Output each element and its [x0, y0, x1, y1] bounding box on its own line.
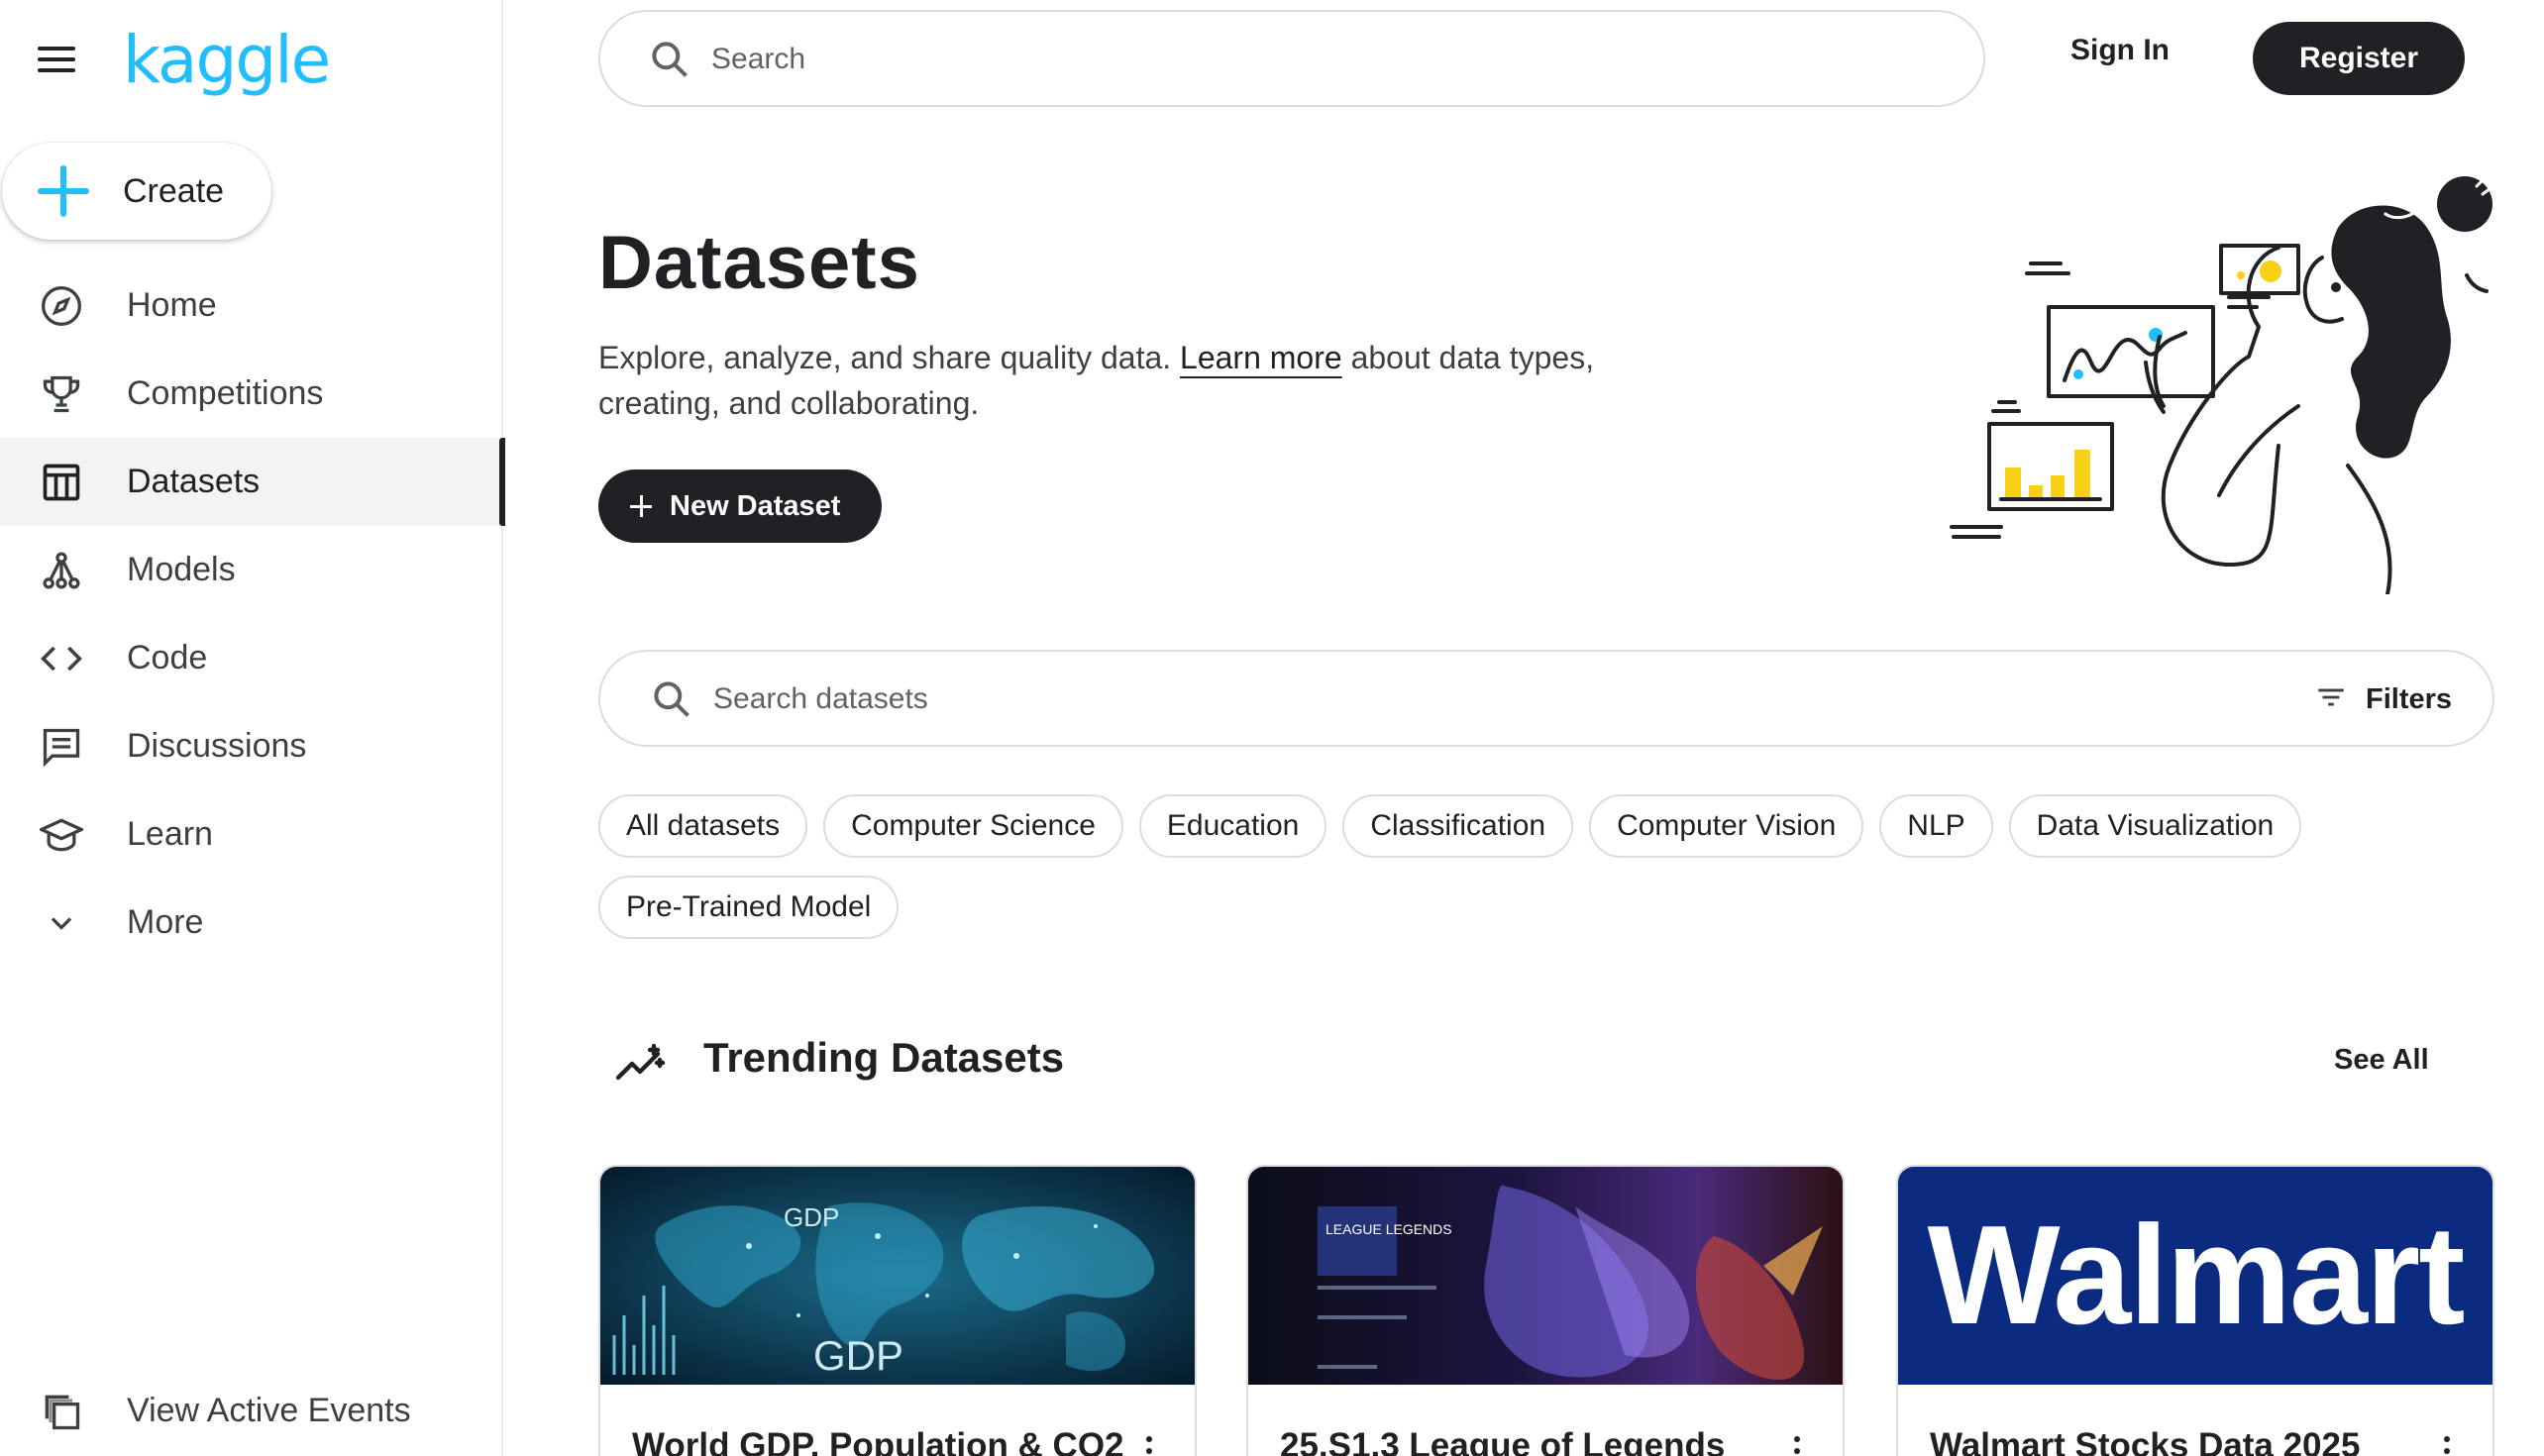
dataset-thumbnail: Walmart: [1898, 1167, 2492, 1385]
sidebar-item-label: More: [127, 903, 204, 941]
dataset-card[interactable]: LEAGUE LEGENDS 25.S1.3 League of Legends: [1246, 1165, 1845, 1456]
kaggle-logo[interactable]: kaggle: [123, 22, 331, 98]
filter-list-icon: [2314, 680, 2348, 719]
filters-button[interactable]: Filters: [2314, 674, 2452, 725]
copy-icon: [38, 1388, 85, 1435]
register-button[interactable]: Register: [2253, 22, 2465, 95]
sidebar-item-label: Learn: [127, 815, 213, 853]
more-options-icon[interactable]: [1793, 1436, 1801, 1456]
sidebar-item-datasets[interactable]: Datasets: [0, 438, 505, 526]
dataset-search-bar[interactable]: Filters: [598, 650, 2494, 747]
chip-education[interactable]: Education: [1138, 794, 1327, 858]
walmart-logo-text: Walmart: [1927, 1196, 2466, 1354]
chip-data-visualization[interactable]: Data Visualization: [2008, 794, 2302, 858]
chip-nlp[interactable]: NLP: [1879, 794, 1993, 858]
view-active-events-link[interactable]: View Active Events: [0, 1367, 503, 1455]
chip-all-datasets[interactable]: All datasets: [598, 794, 808, 858]
page-title: Datasets: [598, 221, 920, 305]
chip-classification[interactable]: Classification: [1342, 794, 1574, 858]
create-button[interactable]: Create: [2, 143, 271, 240]
sidebar-item-label: Datasets: [127, 463, 261, 500]
new-dataset-label: New Dataset: [670, 489, 841, 522]
dataset-title: 25.S1.3 League of Legends: [1280, 1426, 1726, 1456]
create-label: Create: [123, 171, 225, 210]
models-icon: [38, 547, 85, 594]
compass-icon: [38, 282, 85, 330]
search-icon: [650, 677, 693, 726]
hamburger-menu-icon[interactable]: [38, 40, 85, 79]
dataset-search-input[interactable]: [713, 676, 2100, 723]
sidebar: kaggle Create Home Competitions Datasets: [0, 0, 505, 1456]
dataset-thumbnail: GDP GDP: [600, 1167, 1195, 1385]
chip-pre-trained-model[interactable]: Pre-Trained Model: [598, 876, 900, 939]
filters-label: Filters: [2366, 682, 2453, 715]
more-options-icon[interactable]: [1145, 1436, 1153, 1456]
more-options-icon[interactable]: [2443, 1436, 2451, 1456]
search-icon: [648, 38, 691, 86]
sign-in-button[interactable]: Sign In: [2070, 34, 2170, 67]
sidebar-item-label: Models: [127, 551, 236, 588]
graduation-cap-icon: [38, 811, 85, 859]
sidebar-item-home[interactable]: Home: [0, 261, 503, 350]
category-chips: All datasets Computer Science Education …: [598, 794, 2540, 939]
hero-illustration: [1950, 176, 2492, 594]
view-active-events-label: View Active Events: [127, 1392, 411, 1429]
plus-icon: [630, 495, 652, 517]
dataset-card[interactable]: Walmart Walmart Stocks Data 2025: [1896, 1165, 2494, 1456]
dataset-title: World GDP, Population & CO2: [632, 1426, 1124, 1456]
plus-icon: [38, 165, 89, 217]
new-dataset-button[interactable]: New Dataset: [598, 469, 882, 543]
sidebar-item-competitions[interactable]: Competitions: [0, 350, 503, 438]
thumb-text: GDP: [784, 1202, 839, 1232]
code-icon: [38, 635, 85, 682]
dataset-thumbnail: LEAGUE LEGENDS: [1248, 1167, 1843, 1385]
sidebar-item-learn[interactable]: Learn: [0, 790, 503, 879]
trending-icon: [614, 1042, 666, 1091]
sidebar-item-more[interactable]: More: [0, 879, 503, 967]
chevron-down-icon: [38, 899, 85, 947]
chip-computer-science[interactable]: Computer Science: [823, 794, 1123, 858]
sidebar-item-code[interactable]: Code: [0, 614, 503, 702]
sidebar-item-label: Discussions: [127, 727, 307, 765]
sidebar-item-label: Home: [127, 286, 217, 324]
global-search-input[interactable]: [711, 36, 1900, 83]
dataset-title: Walmart Stocks Data 2025: [1930, 1426, 2361, 1456]
dataset-card[interactable]: GDP GDP World GDP, Population & CO2: [598, 1165, 1197, 1456]
game-art-thumbnail: LEAGUE LEGENDS: [1248, 1167, 1843, 1385]
thumb-text: LEAGUE LEGENDS: [1325, 1221, 1452, 1237]
trending-datasets-title: Trending Datasets: [703, 1034, 1065, 1081]
table-icon: [38, 459, 85, 506]
thumb-text: GDP: [813, 1332, 903, 1379]
chip-computer-vision[interactable]: Computer Vision: [1589, 794, 1864, 858]
sidebar-item-label: Competitions: [127, 374, 324, 412]
page-subtitle: Explore, analyze, and share quality data…: [598, 335, 1619, 426]
global-search-bar[interactable]: [598, 10, 1985, 107]
sidebar-item-models[interactable]: Models: [0, 526, 503, 614]
world-map-thumbnail: GDP GDP: [600, 1167, 1195, 1385]
sidebar-item-label: Code: [127, 639, 208, 676]
trophy-icon: [38, 370, 85, 418]
subtitle-text: Explore, analyze, and share quality data…: [598, 340, 1181, 375]
see-all-link[interactable]: See All: [2334, 1044, 2429, 1077]
learn-more-link[interactable]: Learn more: [1180, 340, 1342, 375]
comments-icon: [38, 723, 85, 771]
sidebar-nav: Home Competitions Datasets Models Code D…: [0, 261, 505, 967]
sidebar-item-discussions[interactable]: Discussions: [0, 702, 503, 790]
